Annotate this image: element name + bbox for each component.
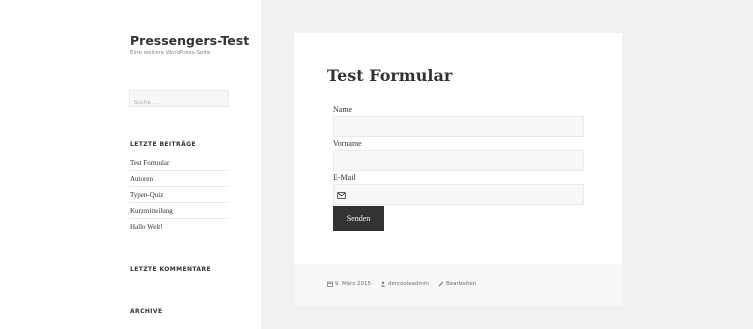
email-field[interactable] [333,184,584,205]
email-input[interactable] [334,185,583,204]
post-author-meta[interactable]: dercooleadmin [380,281,429,287]
sidebar: Pressengers-Test Eine weitere WordPress-… [0,0,261,329]
person-icon [380,281,386,287]
site-description: Eine weitere WordPress-Seite [130,50,211,56]
recent-post-link[interactable]: Hallo Welt! [130,219,228,235]
vorname-label: Vorname [333,139,362,148]
post-author[interactable]: dercooleadmin [388,281,429,287]
recent-comments-heading: LETZTE KOMMENTARE [130,266,211,273]
name-label: Name [333,105,353,114]
entry-footer: 9. März 2015 dercooleadmin Bearbeiten [294,264,622,306]
recent-post-link[interactable]: Kurzmitteilung [130,203,228,219]
archive-heading: ARCHIVE [130,308,163,315]
submit-button[interactable]: Senden [333,206,384,231]
search-field[interactable] [129,90,229,111]
recent-posts-heading: LETZTE BEITRÄGE [130,141,196,148]
post-date[interactable]: 9. März 2015 [335,281,371,287]
recent-post-link[interactable]: Test Formular [130,155,228,171]
entry-card: Test Formular Name Vorname E-Mail Senden… [294,33,622,306]
entry-title: Test Formular [327,66,453,85]
name-input[interactable] [334,117,583,136]
recent-posts-list: Test Formular Autoren Typen-Quiz Kurzmit… [130,155,228,235]
email-label: E-Mail [333,173,356,182]
site-title[interactable]: Pressengers-Test [130,33,249,48]
post-date-meta[interactable]: 9. März 2015 [327,281,371,287]
name-field[interactable] [333,116,584,137]
vorname-field[interactable] [333,150,584,171]
search-input[interactable] [130,95,228,111]
envelope-icon [337,192,346,199]
edit-link[interactable]: Bearbeiten [446,281,476,287]
edit-link-meta[interactable]: Bearbeiten [438,281,476,287]
pencil-icon [438,281,444,287]
calendar-icon [327,281,333,287]
recent-post-link[interactable]: Autoren [130,171,228,187]
recent-post-link[interactable]: Typen-Quiz [130,187,228,203]
vorname-input[interactable] [334,151,583,170]
